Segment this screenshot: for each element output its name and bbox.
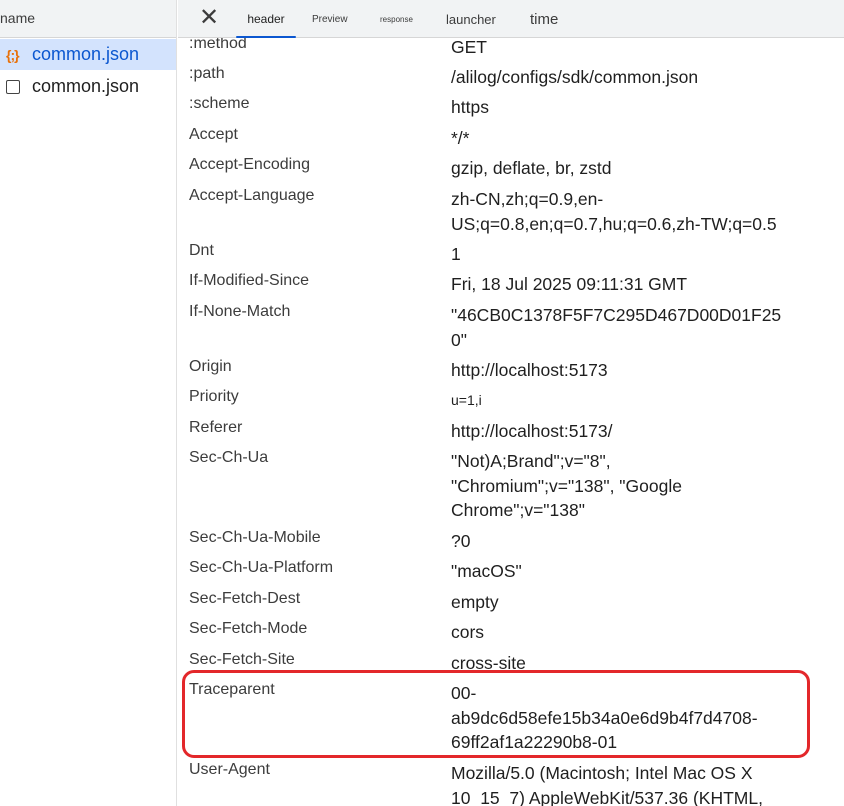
header-name: Origin — [189, 358, 232, 375]
header-value: GET — [451, 38, 487, 57]
header-value: http://localhost:5173 — [451, 360, 608, 380]
header-value: zh-CN,zh;q=0.9,en- US;q=0.8,en;q=0.7,hu;… — [451, 189, 777, 234]
header-name: Accept-Encoding — [189, 156, 310, 173]
tab-response[interactable]: response — [380, 0, 413, 38]
header-name: Referer — [189, 419, 243, 436]
header-name: Sec-Fetch-Site — [189, 651, 295, 668]
tab-header[interactable]: header — [234, 0, 298, 38]
close-icon[interactable]: ✕ — [198, 6, 220, 30]
header-name: Sec-Fetch-Mode — [189, 620, 308, 637]
name-column-label: name — [0, 10, 36, 26]
header-value: gzip, deflate, br, zstd — [451, 158, 612, 178]
header-name: User-Agent — [189, 761, 270, 778]
header-name: Priority — [189, 388, 239, 405]
name-column-header[interactable]: name — [0, 0, 176, 38]
header-value: */* — [451, 128, 470, 148]
header-value: empty — [451, 592, 499, 612]
header-value: Mozilla/5.0 (Macintosh; Intel Mac OS X 1… — [451, 763, 763, 806]
header-name: Sec-Ch-Ua — [189, 449, 269, 466]
header-value: ?0 — [451, 531, 471, 551]
header-value: http://localhost:5173/ — [451, 421, 613, 441]
header-name: Sec-Ch-Ua-Platform — [189, 559, 334, 576]
json-braces-icon: {;} — [6, 46, 20, 63]
header-name: Accept — [189, 126, 238, 143]
request-item-selected[interactable]: {;} common.json — [0, 39, 176, 70]
header-name: :path — [189, 65, 225, 82]
request-list-panel: name {;} common.json common.json — [0, 0, 177, 806]
traceparent-highlight-box — [182, 670, 810, 758]
request-item[interactable]: common.json — [0, 71, 176, 102]
tab-label: response — [380, 14, 413, 24]
detail-tab-bar: ✕ header Preview response launcher time — [178, 0, 844, 38]
document-icon — [6, 79, 28, 94]
header-value: /alilog/configs/sdk/common.json — [451, 67, 699, 87]
header-value: Fri, 18 Jul 2025 09:11:31 GMT — [451, 274, 688, 294]
tab-preview[interactable]: Preview — [312, 0, 348, 38]
header-value: cors — [451, 622, 485, 642]
header-value: https — [451, 97, 489, 117]
header-name: Sec-Fetch-Dest — [189, 590, 301, 607]
header-name: Sec-Ch-Ua-Mobile — [189, 529, 321, 546]
header-name: :method — [189, 38, 247, 52]
header-value: 1 — [451, 244, 461, 264]
request-item-label: common.json — [32, 44, 140, 64]
tab-label: launcher — [446, 11, 496, 27]
header-name: If-Modified-Since — [189, 272, 310, 289]
header-value: "46CB0C1378F5F7C295D467D00D01F25 0" — [451, 305, 782, 350]
header-value: "Not)A;Brand";v="8", "Chromium";v="138",… — [451, 451, 682, 520]
tab-label: Preview — [312, 13, 348, 25]
header-name: Dnt — [189, 242, 214, 259]
header-name: :scheme — [189, 95, 250, 112]
tab-label: header — [247, 12, 285, 26]
tab-time[interactable]: time — [530, 0, 558, 38]
header-value: u=1,i — [451, 392, 482, 408]
request-item-label: common.json — [32, 76, 140, 96]
header-value: "macOS" — [451, 561, 522, 581]
tab-launcher[interactable]: launcher — [446, 0, 496, 38]
header-name: Accept-Language — [189, 187, 315, 204]
tab-label: time — [530, 10, 559, 28]
header-name: If-None-Match — [189, 303, 291, 320]
